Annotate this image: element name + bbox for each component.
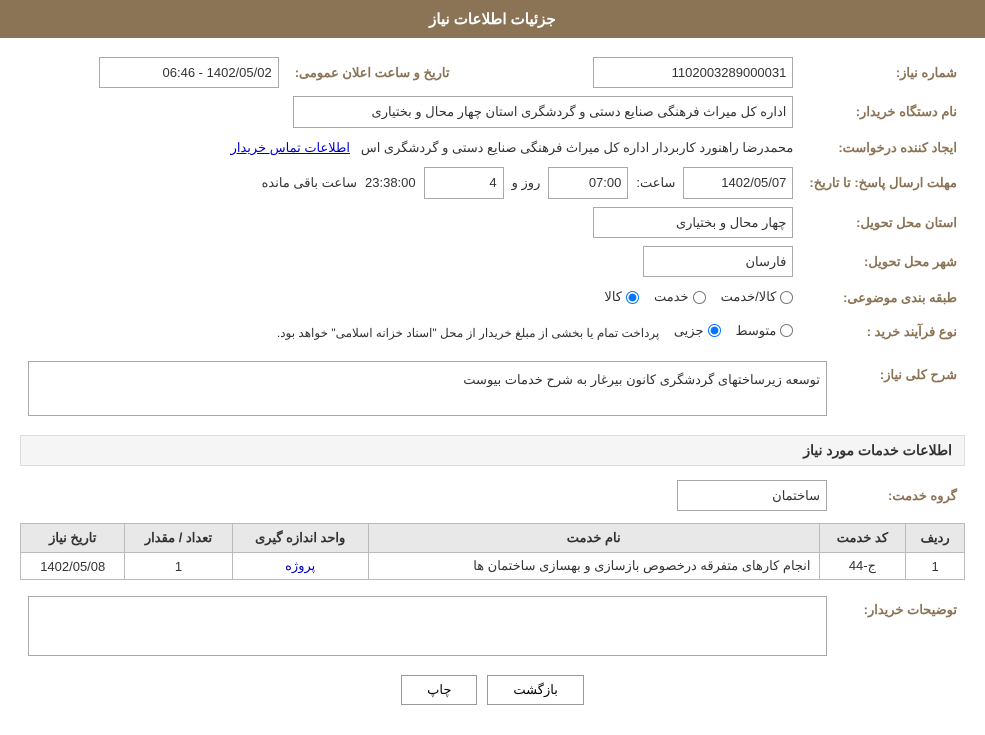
info-row-purchase-type: نوع فرآیند خرید : متوسط جزیی bbox=[20, 315, 965, 349]
purchase-type-radio-group: متوسط جزیی bbox=[674, 319, 794, 342]
delivery-city-value: فارسان bbox=[643, 246, 793, 277]
category-radio-kala[interactable]: کالا bbox=[604, 285, 639, 308]
deadline-remaining-label: ساعت باقی مانده bbox=[262, 171, 357, 194]
content-area: شماره نیاز: 1102003289000031 تاریخ و ساع… bbox=[0, 38, 985, 735]
deadline-date-value: 1402/05/07 bbox=[683, 167, 793, 198]
delivery-province-value: چهار محال و بختیاری bbox=[593, 207, 793, 238]
page-wrapper: جزئیات اطلاعات نیاز شماره نیاز: 11020032… bbox=[0, 0, 985, 735]
back-button[interactable]: بازگشت bbox=[487, 675, 583, 705]
cell-unit: پروژه bbox=[232, 553, 368, 580]
page-header: جزئیات اطلاعات نیاز bbox=[0, 0, 985, 38]
announce-date-value: 1402/05/02 - 06:46 bbox=[99, 57, 279, 88]
deadline-days-value: 4 bbox=[424, 167, 504, 198]
cell-date: 1402/05/08 bbox=[21, 553, 125, 580]
creator-value: محمدرضا راهنورد کاربردار اداره کل میراث … bbox=[361, 140, 794, 155]
info-row-deadline: مهلت ارسال پاسخ: تا تاریخ: 1402/05/07 سا… bbox=[20, 163, 965, 202]
info-row-creator: ایجاد کننده درخواست: محمدرضا راهنورد کار… bbox=[20, 132, 965, 163]
col-service-code: کد خدمت bbox=[819, 524, 906, 553]
request-number-label: شماره نیاز: bbox=[801, 53, 965, 92]
purchase-type-label: نوع فرآیند خرید : bbox=[801, 315, 965, 349]
contact-link[interactable]: اطلاعات تماس خریدار bbox=[231, 140, 350, 155]
description-row: شرح کلی نیاز: توسعه زیرساختهای گردشگری ک… bbox=[20, 357, 965, 420]
cell-quantity: 1 bbox=[125, 553, 232, 580]
bottom-buttons: بازگشت چاپ bbox=[20, 660, 965, 720]
info-row-request: شماره نیاز: 1102003289000031 تاریخ و ساع… bbox=[20, 53, 965, 92]
deadline-remaining-value: 23:38:00 bbox=[365, 171, 416, 194]
services-table-header-row: ردیف کد خدمت نام خدمت واحد اندازه گیری ت… bbox=[21, 524, 965, 553]
deadline-time-value: 07:00 bbox=[548, 167, 628, 198]
category-radio2-label: خدمت bbox=[654, 285, 689, 308]
purchase-radio1-label: جزیی bbox=[674, 319, 704, 342]
info-table: شماره نیاز: 1102003289000031 تاریخ و ساع… bbox=[20, 53, 965, 349]
category-label: طبقه بندی موضوعی: bbox=[801, 281, 965, 315]
cell-service-name: انجام کارهای متفرقه درخصوص بازسازی و بهس… bbox=[368, 553, 819, 580]
category-radio3-label: کالا/خدمت bbox=[721, 285, 777, 308]
service-group-value: ساختمان bbox=[677, 480, 827, 511]
col-date: تاریخ نیاز bbox=[21, 524, 125, 553]
buyer-org-value: اداره کل میراث فرهنگی صنایع دستی و گردشگ… bbox=[293, 96, 793, 127]
category-radio-group: کالا/خدمت خدمت کالا bbox=[604, 285, 793, 308]
table-row: 1 ج-44 انجام کارهای متفرقه درخصوص بازساز… bbox=[21, 553, 965, 580]
description-label: شرح کلی نیاز: bbox=[835, 357, 965, 420]
description-value: توسعه زیرساختهای گردشگری کانون بیرغار به… bbox=[28, 361, 827, 416]
col-unit: واحد اندازه گیری bbox=[232, 524, 368, 553]
col-service-name: نام خدمت bbox=[368, 524, 819, 553]
service-group-label: گروه خدمت: bbox=[835, 476, 965, 515]
col-row-num: ردیف bbox=[906, 524, 965, 553]
purchase-note: پرداخت تمام یا بخشی از مبلغ خریدار از مح… bbox=[277, 326, 660, 340]
purchase-radio-motavaset[interactable]: متوسط bbox=[736, 319, 794, 342]
buyer-desc-table: توضیحات خریدار: bbox=[20, 592, 965, 660]
purchase-radio-jozi[interactable]: جزیی bbox=[674, 319, 721, 342]
print-button[interactable]: چاپ bbox=[401, 675, 477, 705]
services-section-header: اطلاعات خدمات مورد نیاز bbox=[20, 435, 965, 466]
announce-date-label: تاریخ و ساعت اعلان عمومی: bbox=[287, 53, 458, 92]
buyer-desc-label: توضیحات خریدار: bbox=[835, 592, 965, 660]
page-title: جزئیات اطلاعات نیاز bbox=[429, 11, 556, 28]
info-row-buyer-org: نام دستگاه خریدار: اداره کل میراث فرهنگی… bbox=[20, 92, 965, 131]
category-radio1-label: کالا bbox=[604, 285, 622, 308]
description-table: شرح کلی نیاز: توسعه زیرساختهای گردشگری ک… bbox=[20, 357, 965, 420]
category-radio-khedmat[interactable]: خدمت bbox=[654, 285, 706, 308]
col-quantity: تعداد / مقدار bbox=[125, 524, 232, 553]
deadline-time-label: ساعت: bbox=[636, 171, 675, 194]
info-row-category: طبقه بندی موضوعی: کالا/خدمت خدمت bbox=[20, 281, 965, 315]
delivery-province-label: استان محل تحویل: bbox=[801, 203, 965, 242]
buyer-org-label: نام دستگاه خریدار: bbox=[801, 92, 965, 131]
cell-row-num: 1 bbox=[906, 553, 965, 580]
buyer-desc-value bbox=[28, 596, 827, 656]
info-row-delivery-province: استان محل تحویل: چهار محال و بختیاری bbox=[20, 203, 965, 242]
category-radio-kala-khedmat[interactable]: کالا/خدمت bbox=[721, 285, 794, 308]
request-number-value: 1102003289000031 bbox=[593, 57, 793, 88]
service-group-table: گروه خدمت: ساختمان bbox=[20, 476, 965, 515]
deadline-label: مهلت ارسال پاسخ: تا تاریخ: bbox=[801, 163, 965, 202]
services-table: ردیف کد خدمت نام خدمت واحد اندازه گیری ت… bbox=[20, 523, 965, 580]
delivery-city-label: شهر محل تحویل: bbox=[801, 242, 965, 281]
cell-service-code: ج-44 bbox=[819, 553, 906, 580]
deadline-day-label: روز و bbox=[512, 171, 541, 194]
info-row-delivery-city: شهر محل تحویل: فارسان bbox=[20, 242, 965, 281]
creator-label: ایجاد کننده درخواست: bbox=[801, 132, 965, 163]
purchase-radio2-label: متوسط bbox=[736, 319, 777, 342]
